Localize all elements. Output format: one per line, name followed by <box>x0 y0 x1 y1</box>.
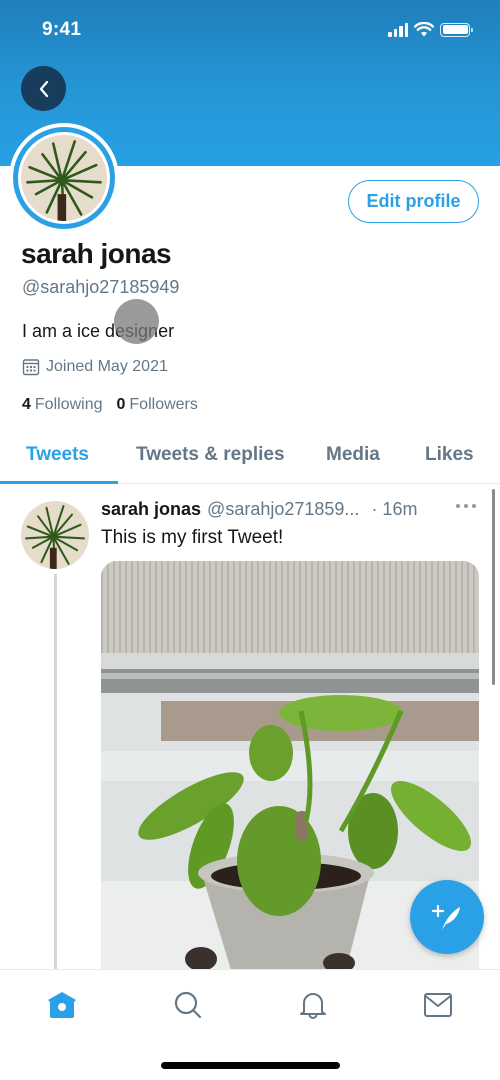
following-link[interactable]: 4 Following <box>22 396 103 414</box>
follow-stats: 4 Following 0 Followers <box>22 396 198 414</box>
chevron-left-icon <box>39 80 48 97</box>
home-indicator <box>161 1062 340 1069</box>
following-label: Following <box>34 396 103 413</box>
search-icon <box>174 991 202 1019</box>
nav-messages[interactable] <box>418 988 458 1022</box>
joined-date: Joined May 2021 <box>22 358 168 376</box>
nav-home[interactable] <box>42 988 82 1022</box>
tweet-author-name[interactable]: sarah jonas <box>101 499 201 520</box>
back-button[interactable] <box>21 66 66 111</box>
followers-count: 0 <box>116 396 126 413</box>
active-tab-indicator <box>0 481 118 484</box>
compose-tweet-button[interactable] <box>410 880 484 954</box>
nav-notifications[interactable] <box>293 988 333 1022</box>
compose-tweet-icon <box>431 904 460 930</box>
tab-tweets[interactable]: Tweets <box>26 444 89 466</box>
battery-icon <box>440 22 473 37</box>
followers-label: Followers <box>129 396 198 413</box>
thread-line <box>54 574 57 970</box>
plant-photo <box>21 135 107 223</box>
cellular-signal-icon <box>388 22 408 37</box>
profile-tabs: Tweets Tweets & replies Media Likes <box>0 434 500 484</box>
tab-media[interactable]: Media <box>326 444 380 466</box>
tweet-header: sarah jonas @sarahjo271859... · 16m <box>101 499 417 520</box>
joined-text: Joined May 2021 <box>46 358 168 375</box>
tab-likes[interactable]: Likes <box>425 444 474 466</box>
home-icon <box>48 992 76 1018</box>
tweet-avatar[interactable] <box>21 501 89 569</box>
followers-link[interactable]: 0 Followers <box>117 396 198 414</box>
status-icons <box>388 22 473 37</box>
bell-icon <box>300 993 326 1019</box>
nav-search[interactable] <box>168 988 208 1022</box>
profile-avatar[interactable] <box>9 123 119 233</box>
tweet-text: This is my first Tweet! <box>101 527 284 548</box>
following-count: 4 <box>22 396 31 413</box>
tweet-author-handle: @sarahjo271859... <box>207 499 360 519</box>
edit-profile-button[interactable]: Edit profile <box>348 180 479 223</box>
profile-handle: @sarahjo27185949 <box>22 277 180 297</box>
status-bar: 9:41 <box>0 0 500 60</box>
scrollbar[interactable] <box>492 489 495 685</box>
ellipsis-icon[interactable] <box>455 502 477 510</box>
profile-display-name: sarah jonas <box>21 238 172 269</box>
calendar-icon <box>22 359 40 376</box>
status-time: 9:41 <box>42 19 82 40</box>
wifi-icon <box>414 22 434 37</box>
touch-indicator <box>114 299 159 344</box>
mail-icon <box>424 993 452 1017</box>
tweet-timestamp: · 16m <box>371 499 418 519</box>
tab-tweets-and-replies[interactable]: Tweets & replies <box>136 444 285 466</box>
